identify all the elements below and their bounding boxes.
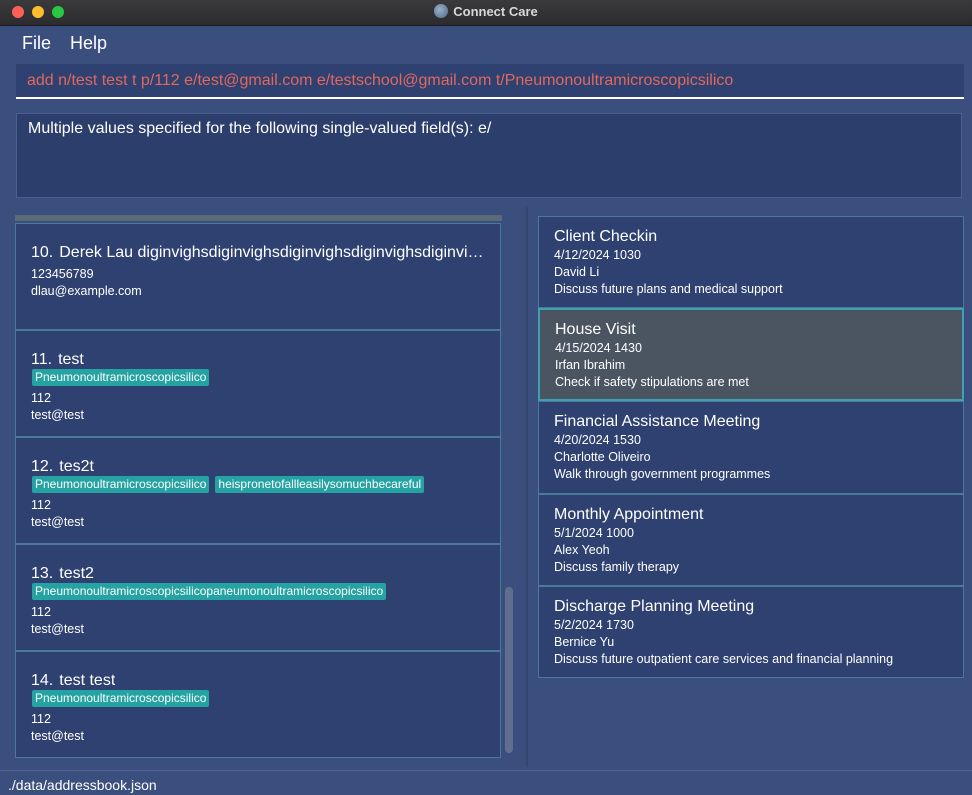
person-index: 11. xyxy=(31,351,53,368)
appointment-title: Monthly Appointment xyxy=(554,506,704,523)
person-list[interactable]: 10. Derek Lau diginvighsdiginvighsdiginvi… xyxy=(15,215,502,765)
menu-help[interactable]: Help xyxy=(70,33,107,54)
person-name-text: Derek Lau diginvighsdiginvighsdiginvighs… xyxy=(59,244,489,261)
person-card[interactable]: 10. Derek Lau diginvighsdiginvighsdiginvi… xyxy=(15,223,501,330)
appointment-description: Discuss future plans and medical support xyxy=(554,282,783,296)
appointment-person: Charlotte Oliveiro xyxy=(554,450,651,464)
appointment-title: House Visit xyxy=(555,321,636,338)
person-name-text: test xyxy=(58,351,84,368)
result-display[interactable]: Multiple values specified for the follow… xyxy=(16,113,962,198)
appointment-card[interactable]: Financial Assistance Meeting 4/20/2024 15… xyxy=(538,401,964,494)
appointment-datetime: 5/2/2024 1730 xyxy=(554,618,634,632)
data-file-path: ./data/addressbook.json xyxy=(8,777,157,793)
appointment-description: Discuss future outpatient care services … xyxy=(554,652,894,666)
command-box-container: add n/test test t p/112 e/test@gmail.com… xyxy=(6,58,972,108)
appointment-card[interactable]: House Visit 4/15/2024 1430 Irfan Ibrahim Ch… xyxy=(538,308,964,401)
tag-badge: Pneumonoultramicroscopicsilico xyxy=(32,690,210,707)
tag-badge: Pneumonoultramicroscopicsilico xyxy=(32,476,210,493)
person-index: 13. xyxy=(31,565,54,582)
appointment-description: Discuss family therapy xyxy=(554,560,680,574)
person-name: 10. Derek Lau diginvighsdiginvighsdiginvi… xyxy=(31,244,489,262)
window-title: Connect Care xyxy=(453,4,538,19)
person-name-text: tes2t xyxy=(59,458,94,475)
appointment-person: Alex Yeoh xyxy=(554,543,610,557)
person-tags: Pneumonoultramicroscopicsilico xyxy=(32,690,210,707)
tag-badge: Pneumonoultramicroscopicsilico xyxy=(32,369,210,386)
person-card[interactable]: 12. tes2t Pneumonoultramicroscopicsilico he… xyxy=(15,437,501,544)
person-name-text: test test xyxy=(59,672,116,689)
appointment-description: Check if safety stipulations are met xyxy=(555,375,749,389)
person-index: 12. xyxy=(31,458,54,475)
person-phone: 112 xyxy=(31,498,51,512)
person-index: 14. xyxy=(31,672,54,689)
person-phone: 112 xyxy=(31,605,51,619)
person-name: 12. tes2t xyxy=(31,458,94,476)
person-name: 11. test xyxy=(31,351,84,369)
menu-bar: File Help xyxy=(6,26,972,58)
person-card[interactable]: 11. test Pneumonoultramicroscopicsilico 112… xyxy=(15,330,501,437)
app-logo-icon xyxy=(434,4,449,18)
person-email: test@test xyxy=(31,408,84,422)
command-input-text: add n/test test t p/112 e/test@gmail.com… xyxy=(27,72,734,89)
appointment-person: Bernice Yu xyxy=(554,635,615,649)
person-tags: Pneumonoultramicroscopicsilicopaneumonou… xyxy=(32,583,387,600)
person-email: test@test xyxy=(31,729,84,743)
menu-file[interactable]: File xyxy=(22,33,51,54)
previous-card-edge xyxy=(15,215,502,221)
appointment-title: Financial Assistance Meeting xyxy=(554,413,761,430)
appointment-card[interactable]: Discharge Planning Meeting 5/2/2024 1730 B… xyxy=(538,586,964,678)
appointment-card[interactable]: Client Checkin 4/12/2024 1030 David Li Disc… xyxy=(538,216,964,308)
person-name: 14. test test xyxy=(31,672,115,690)
tag-badge: heispronetofallleasilysomuchbecareful xyxy=(215,476,425,493)
appointment-person: David Li xyxy=(554,265,600,279)
appointment-person: Irfan Ibrahim xyxy=(555,358,626,372)
appointment-description: Walk through government programmes xyxy=(554,467,771,481)
appointment-list-panel: Client Checkin 4/12/2024 1030 David Li Disc… xyxy=(528,207,972,767)
result-message: Multiple values specified for the follow… xyxy=(28,120,492,137)
person-list-panel: 10. Derek Lau diginvighsdiginvighsdiginvi… xyxy=(6,207,526,767)
tag-badge: Pneumonoultramicroscopicsilicopaneumonou… xyxy=(32,583,387,600)
person-email: test@test xyxy=(31,515,84,529)
window-title-wrap: Connect Care xyxy=(0,4,972,19)
appointment-datetime: 5/1/2024 1000 xyxy=(554,526,634,540)
person-index: 10. xyxy=(31,244,54,261)
person-phone: 123456789 xyxy=(31,267,94,281)
person-name: 13. test2 xyxy=(31,565,94,583)
appointment-title: Discharge Planning Meeting xyxy=(554,598,755,615)
appointment-title: Client Checkin xyxy=(554,228,658,245)
person-card[interactable]: 14. test test Pneumonoultramicroscopicsili… xyxy=(15,651,501,758)
person-email: test@test xyxy=(31,622,84,636)
appointment-datetime: 4/20/2024 1530 xyxy=(554,433,641,447)
person-card[interactable]: 13. test2 Pneumonoultramicroscopicsilicopa… xyxy=(15,544,501,651)
command-input[interactable]: add n/test test t p/112 e/test@gmail.com… xyxy=(16,64,964,99)
title-bar: Connect Care xyxy=(0,0,972,26)
person-tags: Pneumonoultramicroscopicsilico heispronet… xyxy=(32,476,425,493)
status-bar: ./data/addressbook.json xyxy=(0,770,972,795)
appointment-datetime: 4/12/2024 1030 xyxy=(554,248,641,262)
appointment-datetime: 4/15/2024 1430 xyxy=(555,341,642,355)
person-phone: 112 xyxy=(31,391,51,405)
person-list-scrollbar[interactable] xyxy=(505,587,513,753)
appointment-card[interactable]: Monthly Appointment 5/1/2024 1000 Alex Yeo… xyxy=(538,494,964,586)
person-phone: 112 xyxy=(31,712,51,726)
person-email: dlau@example.com xyxy=(31,284,142,298)
person-name-text: test2 xyxy=(59,565,94,582)
person-tags: Pneumonoultramicroscopicsilico xyxy=(32,369,210,386)
